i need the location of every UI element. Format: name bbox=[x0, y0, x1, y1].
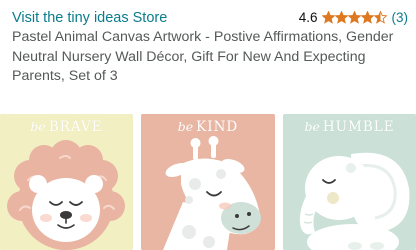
star-half-icon bbox=[373, 11, 387, 24]
star-full-icon bbox=[321, 11, 335, 24]
image-panel-humble[interactable]: be HUMBLE bbox=[283, 114, 416, 250]
panel-label-be: be bbox=[177, 119, 194, 134]
panel-label-be: be bbox=[304, 119, 320, 134]
image-panel-brave[interactable]: be BRAVE bbox=[0, 114, 133, 250]
panel-label-word: KIND bbox=[196, 119, 239, 135]
panel-label-word: HUMBLE bbox=[322, 119, 395, 135]
star-full-icon bbox=[360, 11, 374, 24]
panel-label-kind: be KIND bbox=[141, 119, 275, 135]
panel-label-humble: be HUMBLE bbox=[283, 119, 416, 135]
rating-value: 4.6 bbox=[298, 10, 318, 25]
store-row: Visit the tiny ideas Store 4.6 (3) bbox=[12, 8, 408, 28]
panel-label-be: be bbox=[30, 119, 46, 134]
image-panel-kind[interactable]: be KIND bbox=[141, 114, 275, 250]
product-image-gallery[interactable]: be BRAVE be KIND be HUMBLE bbox=[0, 114, 416, 250]
star-full-icon bbox=[347, 11, 361, 24]
store-link[interactable]: Visit the tiny ideas Store bbox=[12, 10, 167, 26]
rating-summary[interactable]: 4.6 (3) bbox=[299, 10, 408, 25]
star-rating[interactable] bbox=[321, 11, 387, 24]
star-full-icon bbox=[334, 11, 348, 24]
panel-label-word: BRAVE bbox=[48, 119, 103, 135]
review-count-link[interactable]: (3) bbox=[392, 10, 409, 25]
product-title: Pastel Animal Canvas Artwork - Postive A… bbox=[12, 29, 394, 84]
panel-label-brave: be BRAVE bbox=[0, 119, 133, 135]
